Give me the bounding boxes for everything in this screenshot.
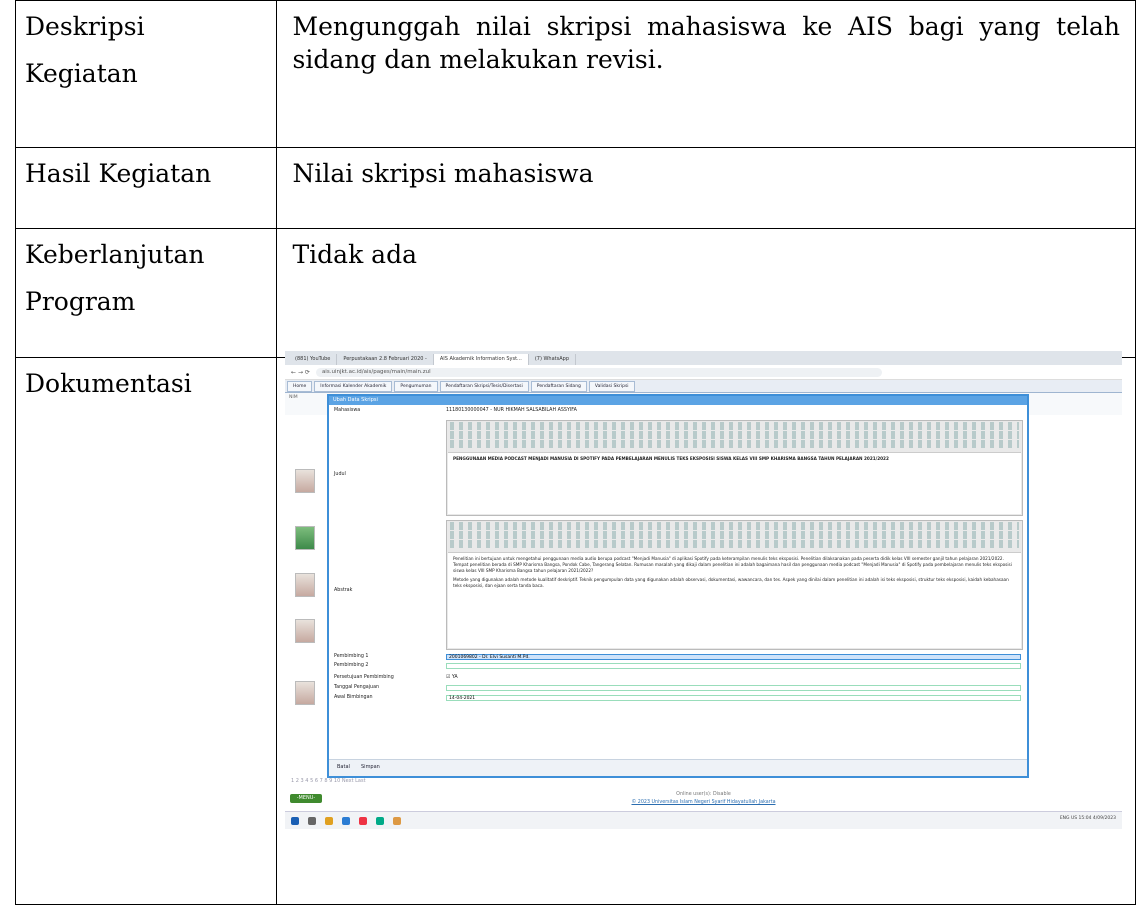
label-line: Hasil Kegiatan [25, 159, 212, 188]
start-icon[interactable] [291, 816, 299, 825]
ais-screenshot: (881) YouTube Perpustakaan 2.8 Februari … [285, 351, 1122, 829]
browser-tab[interactable]: AIS Akademik Information Syst... [433, 354, 529, 365]
student-photo [295, 573, 315, 597]
dialog-footer: Batal Simpan [329, 759, 1027, 776]
abstrak-text-area[interactable]: Penelitian ini bertujuan untuk mengetahu… [448, 552, 1021, 648]
editor-toolbar[interactable] [450, 422, 1019, 430]
browser-tab[interactable]: Perpustakaan 2.8 Februari 2020 - [337, 354, 434, 365]
judul-editor: PENGGUNAAN MEDIA PODCAST MENJADI MANUSIA… [446, 420, 1023, 516]
label-cell: Keberlanjutan Program [15, 228, 277, 358]
label-line: Kegiatan [25, 58, 138, 88]
browser-tab[interactable]: (7) WhatsApp [529, 354, 576, 365]
persetujuan-label: Persetujuan Pembimbing [334, 675, 394, 680]
tanggal-label: Tanggal Pengajuan [334, 685, 380, 690]
edit-thesis-dialog: Ubah Data Skripsi Mahasiswa 111801300000… [327, 394, 1029, 778]
abstrak-editor: Penelitian ini bertujuan untuk mengetahu… [446, 520, 1023, 650]
dialog-title: Ubah Data Skripsi [329, 396, 1027, 405]
cancel-button[interactable]: Batal [337, 764, 350, 770]
tanggal-input[interactable] [446, 685, 1021, 691]
pembimbing2-label: Pembimbing 2 [334, 663, 369, 668]
app-tab[interactable]: Home [287, 380, 313, 392]
editor-toolbar[interactable] [450, 531, 1019, 539]
label-line: Program [25, 286, 136, 316]
filter-label: NIM [289, 395, 298, 400]
editor-toolbar[interactable] [450, 522, 1019, 530]
editor-toolbar[interactable] [450, 440, 1019, 448]
value-cell: Nilai skripsi mahasiswa [275, 147, 1136, 229]
app-tab[interactable]: Pengumuman [394, 380, 438, 392]
chrome-icon[interactable] [393, 816, 401, 825]
system-tray: ENG US 15:04 4/09/2023 [1059, 816, 1116, 821]
app-tab[interactable]: Pendaftaran Sidang [530, 380, 587, 392]
app-icon[interactable] [376, 816, 384, 825]
row-deskripsi-kegiatan: Deskripsi Kegiatan Mengunggah nilai skri… [15, 0, 1136, 148]
folder-icon[interactable] [325, 816, 333, 825]
app-tab[interactable]: Pendaftaran Skripsi/Tesis/Disertasi [439, 380, 529, 392]
value-text: Mengunggah nilai skripsi mahasiswa ke AI… [292, 12, 1121, 74]
editor-toolbar[interactable] [450, 540, 1019, 548]
label-line: Deskripsi [25, 12, 145, 41]
pembimbing1-label: Pembimbing 1 [334, 654, 369, 659]
url-input[interactable]: ais.uinjkt.ac.id/ais/pages/main/main.zul [315, 367, 882, 377]
address-bar: ← → ⟳ ais.uinjkt.ac.id/ais/pages/main/ma… [285, 365, 1122, 380]
app-icon[interactable] [342, 816, 350, 825]
judul-label: Judul [334, 472, 346, 477]
app-icon[interactable] [359, 816, 367, 825]
app-tab-bar: Home Informasi Kalender Akademik Pengumu… [285, 380, 1122, 393]
value-text: Tidak ada [292, 240, 418, 269]
mahasiswa-label: Mahasiswa [334, 408, 361, 413]
browser-tab-bar: (881) YouTube Perpustakaan 2.8 Februari … [285, 351, 1122, 365]
pagination[interactable]: 1 2 3 4 5 6 7 8 9 10 Next Last [291, 778, 366, 784]
back-icon[interactable]: ← [291, 369, 296, 376]
pembimbing2-input[interactable] [446, 663, 1021, 669]
search-icon[interactable] [308, 816, 316, 825]
abstrak-paragraph: Metode yang digunakan adalah metode kual… [453, 577, 1009, 588]
student-photo [295, 681, 315, 705]
abstrak-paragraph: Penelitian ini bertujuan untuk mengetahu… [453, 556, 1012, 573]
app-tab[interactable]: Validasi Skripsi [588, 380, 635, 392]
awal-bimbingan-input[interactable]: 14-04-2021 [446, 695, 1021, 701]
online-status: Online user(s): Disable [676, 792, 731, 797]
row-hasil-kegiatan: Hasil Kegiatan Nilai skripsi mahasiswa [15, 147, 1136, 229]
value-cell: Mengunggah nilai skripsi mahasiswa ke AI… [275, 0, 1136, 148]
label-cell: Hasil Kegiatan [15, 147, 277, 229]
awal-bimbingan-label: Awal Bimbingan [334, 695, 373, 700]
copyright-link[interactable]: © 2023 Universitas Islam Negeri Syarif H… [285, 800, 1122, 805]
reload-icon[interactable]: ⟳ [305, 369, 310, 376]
pembimbing1-input[interactable]: 2001069802 - Dr. Elvi Susanti M.Pd. [446, 654, 1021, 660]
value-text: Nilai skripsi mahasiswa [292, 159, 594, 188]
student-photo [295, 526, 315, 550]
row-keberlanjutan-program: Keberlanjutan Program Tidak ada [15, 228, 1136, 358]
abstrak-label: Abstrak [334, 588, 353, 593]
label-cell: Deskripsi Kegiatan [15, 0, 277, 148]
judul-text[interactable]: PENGGUNAAN MEDIA PODCAST MENJADI MANUSIA… [448, 452, 1021, 514]
forward-icon[interactable]: → [298, 369, 303, 376]
persetujuan-value: YA [451, 675, 458, 680]
label-line: Dokumentasi [25, 369, 192, 398]
student-photo [295, 619, 315, 643]
editor-toolbar[interactable] [450, 431, 1019, 439]
mahasiswa-value: 11180130000047 - NUR HIKMAH SALSABILAH A… [446, 408, 577, 413]
label-line: Keberlanjutan [25, 240, 205, 269]
save-button[interactable]: Simpan [361, 764, 380, 770]
label-cell: Dokumentasi [15, 357, 277, 905]
student-photo [295, 469, 315, 493]
value-cell: Tidak ada [275, 228, 1136, 358]
app-tab[interactable]: Informasi Kalender Akademik [314, 380, 393, 392]
windows-taskbar: ENG US 15:04 4/09/2023 [285, 811, 1122, 829]
browser-tab[interactable]: (881) YouTube [289, 354, 338, 365]
persetujuan-checkbox[interactable]: ☑ YA [446, 675, 458, 680]
